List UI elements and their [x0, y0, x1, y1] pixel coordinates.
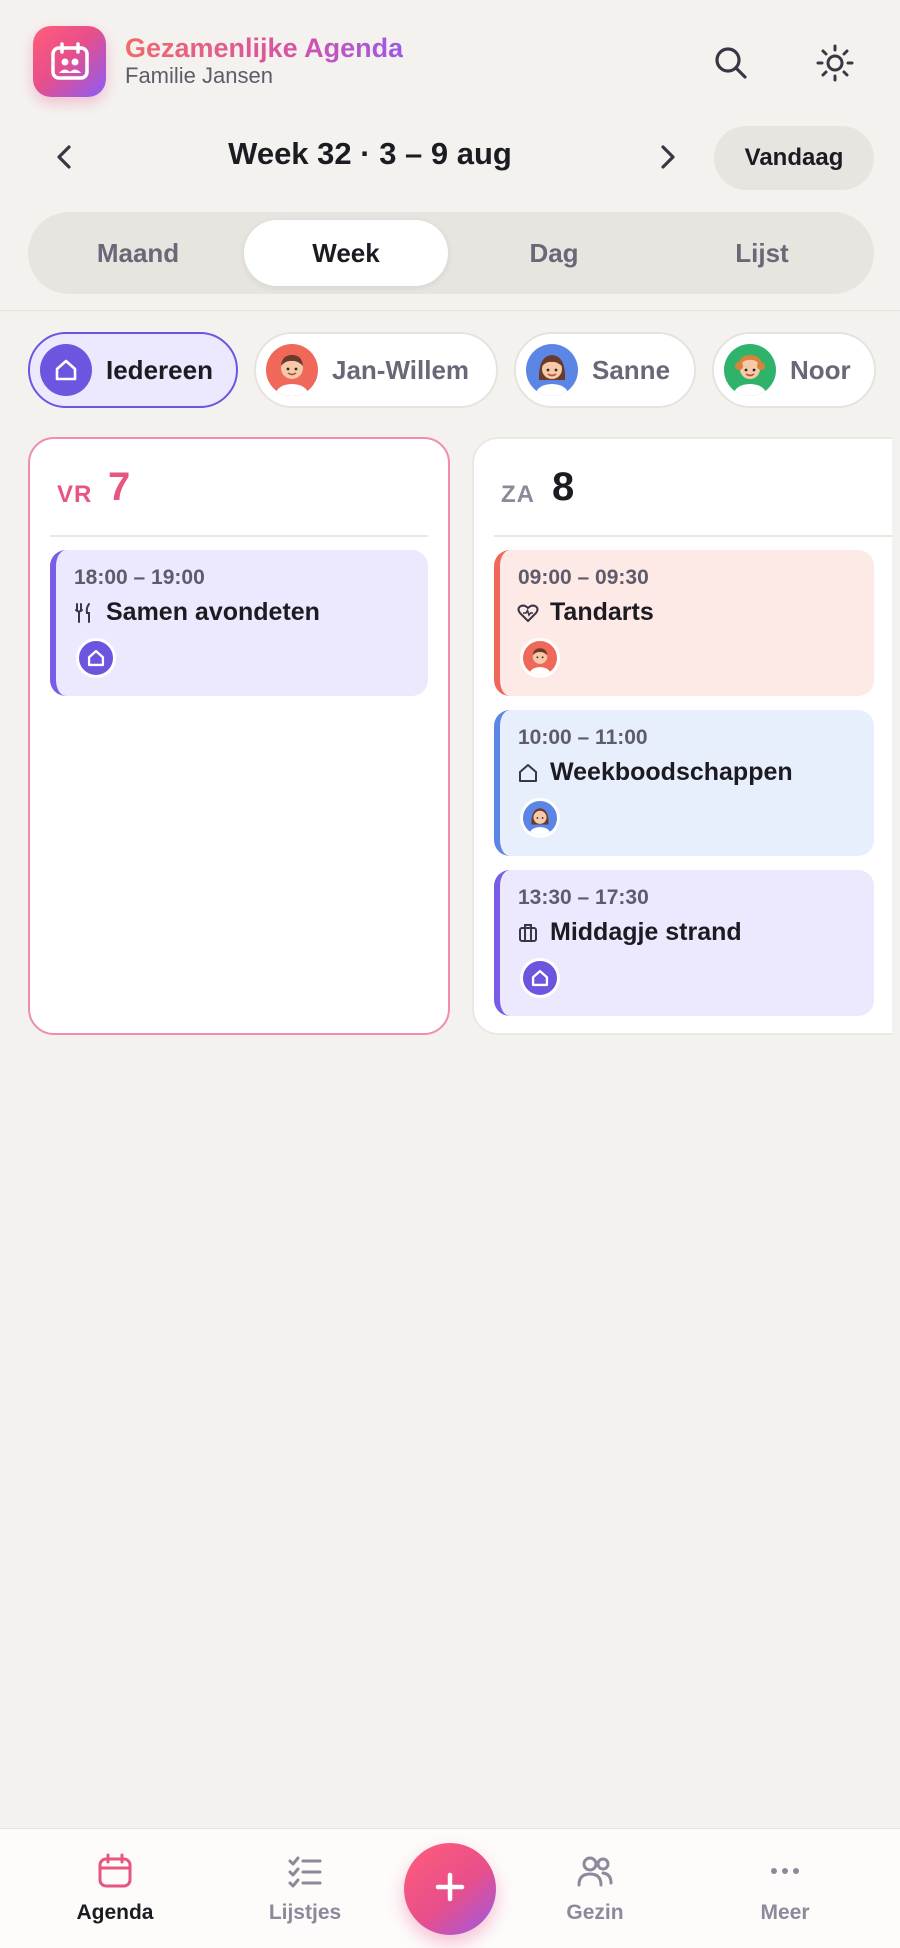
- event-title-row: Weekboodschappen: [516, 758, 793, 787]
- tab-label: Agenda: [76, 1901, 154, 1924]
- event-title: Middagje strand: [550, 918, 742, 946]
- sun-icon[interactable]: [808, 36, 862, 90]
- event-title: Weekboodschappen: [550, 758, 793, 786]
- divider: [494, 535, 892, 537]
- tab-week[interactable]: Week: [244, 220, 448, 286]
- chevron-right-icon[interactable]: [640, 130, 694, 184]
- suitcase-icon: [516, 921, 540, 945]
- filter-chip-everyone[interactable]: Iedereen: [28, 332, 238, 408]
- avatar-noor: [724, 344, 776, 396]
- avatar-sanne: [520, 798, 560, 838]
- tab-label: Gezin: [566, 1901, 624, 1924]
- filter-chip-label: Jan-Willem: [332, 354, 470, 385]
- day-header: ZA 8: [474, 439, 892, 535]
- event-title: Tandarts: [550, 598, 654, 626]
- event-card[interactable]: 09:00 – 09:30 Tandarts: [494, 550, 874, 696]
- day-number: 7: [108, 465, 131, 509]
- calendar-icon: [33, 26, 106, 97]
- add-event-button[interactable]: [404, 1843, 496, 1935]
- event-time: 18:00 – 19:00: [74, 566, 205, 589]
- view-switcher: Maand Week Dag Lijst: [28, 212, 874, 294]
- day-column-friday: VR 7 18:00 – 19:00 Samen avondeten: [28, 437, 450, 1035]
- filter-chip-label: Sanne: [592, 354, 671, 385]
- app-title: Gezamenlijke Agenda: [125, 33, 404, 63]
- checklist-icon: [285, 1851, 325, 1891]
- avatar-sanne: [526, 344, 578, 396]
- divider: [50, 535, 428, 537]
- app-header: Gezamenlijke Agenda Familie Jansen: [0, 0, 900, 130]
- people-icon: [575, 1851, 615, 1891]
- day-abbr: VR: [57, 481, 93, 508]
- plus-icon: [430, 1867, 470, 1912]
- filter-chip-label: Noor: [790, 354, 851, 385]
- utensils-icon: [72, 601, 96, 625]
- search-icon[interactable]: [704, 36, 758, 90]
- event-time: 10:00 – 11:00: [518, 726, 648, 749]
- filter-chip-sanne[interactable]: Sanne: [514, 332, 696, 408]
- tab-day[interactable]: Dag: [452, 220, 656, 286]
- event-time: 13:30 – 17:30: [518, 886, 649, 909]
- member-filters: Iedereen Jan-Willem Sanne Noor: [0, 332, 900, 408]
- home-icon: [40, 344, 92, 396]
- chevron-left-icon[interactable]: [38, 130, 92, 184]
- app-subtitle: Familie Jansen: [125, 63, 273, 88]
- home-icon: [76, 638, 116, 678]
- home-icon: [520, 958, 560, 998]
- event-card[interactable]: 10:00 – 11:00 Weekboodschappen: [494, 710, 874, 856]
- tab-agenda[interactable]: Agenda: [45, 1851, 185, 1941]
- event-title-row: Tandarts: [516, 598, 654, 627]
- tab-label: Meer: [760, 1901, 810, 1924]
- event-title-row: Samen avondeten: [72, 598, 320, 627]
- event-card[interactable]: 18:00 – 19:00 Samen avondeten: [50, 550, 428, 696]
- tab-lists[interactable]: Lijstjes: [235, 1851, 375, 1941]
- day-number: 8: [552, 465, 575, 509]
- event-title: Samen avondeten: [106, 598, 320, 626]
- avatar-jan-willem: [266, 344, 318, 396]
- tab-more[interactable]: Meer: [715, 1851, 855, 1941]
- today-button[interactable]: Vandaag: [714, 126, 874, 190]
- avatar-jan-willem: [520, 638, 560, 678]
- event-title-row: Middagje strand: [516, 918, 742, 947]
- filter-chip-jan-willem[interactable]: Jan-Willem: [254, 332, 498, 408]
- day-abbr: ZA: [501, 481, 535, 508]
- event-card[interactable]: 13:30 – 17:30 Middagje strand: [494, 870, 874, 1016]
- calendar-icon: [95, 1851, 135, 1891]
- heart-icon: [516, 601, 540, 625]
- tab-month[interactable]: Maand: [36, 220, 240, 286]
- tab-label: Lijstjes: [268, 1901, 342, 1924]
- day-header: VR 7: [30, 439, 448, 535]
- home-icon: [516, 761, 540, 785]
- divider: [0, 310, 900, 311]
- tab-family[interactable]: Gezin: [525, 1851, 665, 1941]
- filter-chip-label: Iedereen: [106, 354, 213, 385]
- week-navigation: Week 32 · 3 – 9 aug Vandaag: [0, 120, 900, 195]
- tab-list[interactable]: Lijst: [660, 220, 864, 286]
- week-title: Week 32 · 3 – 9 aug: [228, 136, 512, 171]
- filter-chip-noor[interactable]: Noor: [712, 332, 876, 408]
- day-column-saturday: ZA 8 09:00 – 09:30 Tandarts 10:00 – 11:0…: [472, 437, 892, 1035]
- event-time: 09:00 – 09:30: [518, 566, 649, 589]
- more-icon: [765, 1851, 805, 1891]
